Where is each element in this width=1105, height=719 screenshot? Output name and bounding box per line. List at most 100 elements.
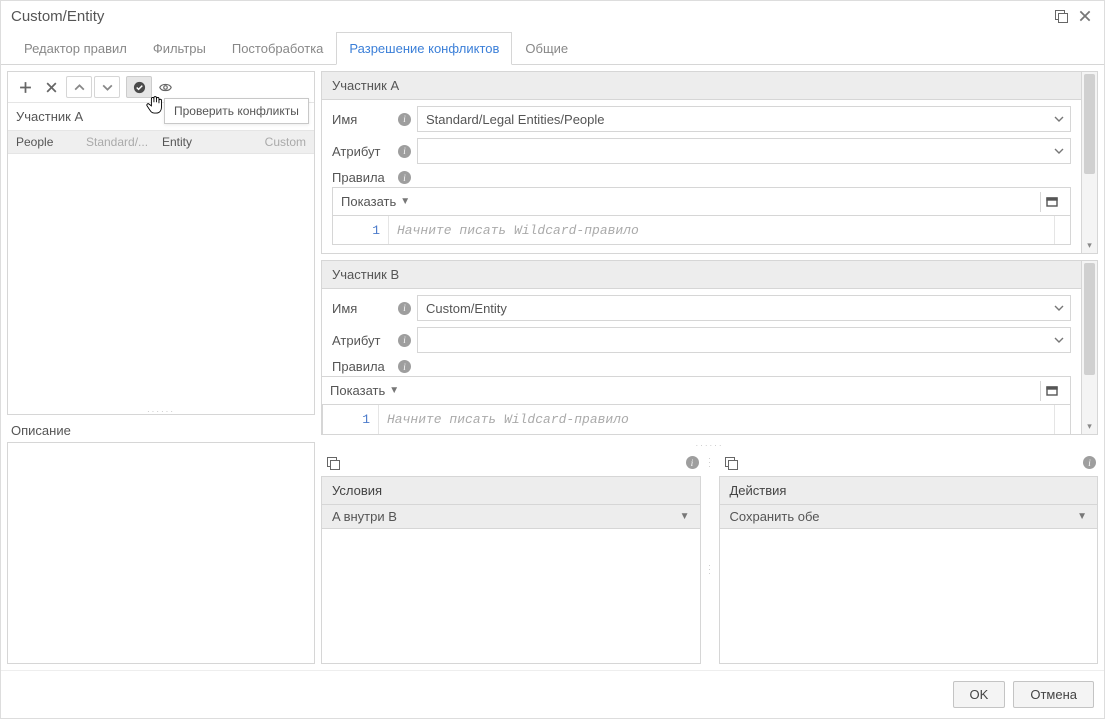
actions-panel: Действия Сохранить обе ▼ <box>719 476 1099 664</box>
right-column: Участник A Имя Standard/Legal Entities/P… <box>321 71 1098 664</box>
rules-bar-b: Показать ▼ <box>322 376 1071 404</box>
info-icon[interactable] <box>398 334 411 347</box>
rules-sidebar <box>1054 216 1070 244</box>
info-icon[interactable] <box>398 171 411 184</box>
horizontal-splitter[interactable]: ······ <box>321 441 1098 449</box>
info-icon[interactable] <box>398 113 411 126</box>
copy-icon <box>327 457 339 469</box>
close-icon[interactable] <box>1076 7 1094 25</box>
restore-window-icon <box>1055 10 1067 22</box>
dialog-footer: OK Отмена <box>1 670 1104 718</box>
caret-down-icon: ▼ <box>680 511 690 522</box>
cancel-button[interactable]: Отмена <box>1013 681 1094 708</box>
tooltip-check-conflicts: Проверить конфликты <box>164 98 309 124</box>
dialog-window: Custom/Entity Редактор правил Фильтры По… <box>0 0 1105 719</box>
actions-value: Сохранить обе <box>730 509 1078 524</box>
actions-title: Действия <box>720 477 1098 505</box>
line-number: 1 <box>323 405 379 434</box>
titlebar: Custom/Entity <box>1 1 1104 31</box>
participant-a-panel: Участник A Имя Standard/Legal Entities/P… <box>321 71 1098 254</box>
description-block: Описание <box>7 421 315 664</box>
name-label: Имя <box>332 112 392 127</box>
participant-b-panel: Участник B Имя Custom/Entity <box>321 260 1098 435</box>
description-textarea[interactable] <box>7 442 315 664</box>
list-cell-name: People <box>16 135 86 149</box>
horizontal-splitter[interactable] <box>8 408 314 414</box>
list-cell-custom: Custom <box>252 135 306 149</box>
attr-label: Атрибут <box>332 144 392 159</box>
dropdown-value <box>418 139 1048 163</box>
dropdown-value: Custom/Entity <box>418 296 1048 320</box>
info-icon[interactable] <box>398 360 411 373</box>
tab-filters[interactable]: Фильтры <box>140 32 219 65</box>
tab-general[interactable]: Общие <box>512 32 581 65</box>
scrollbar-a[interactable]: ▾ <box>1081 72 1097 253</box>
move-down-button[interactable] <box>94 76 120 98</box>
ok-button[interactable]: OK <box>953 681 1006 708</box>
caret-down-icon: ▼ <box>400 196 410 207</box>
show-dropdown[interactable]: Показать ▼ <box>330 383 399 398</box>
vertical-splitter[interactable] <box>707 455 713 470</box>
dropdown-value <box>418 328 1048 352</box>
participant-b-name-dropdown[interactable]: Custom/Entity <box>417 295 1071 321</box>
list-cell-path: Standard/... <box>86 135 162 149</box>
conditions-panel: Условия A внутри B ▼ <box>321 476 701 664</box>
vertical-splitter[interactable] <box>707 476 713 664</box>
rules-placeholder: Начните писать Wildcard-правило <box>389 216 1054 244</box>
actions-value-row[interactable]: Сохранить обе ▼ <box>720 505 1098 529</box>
chevron-down-icon <box>1048 139 1070 163</box>
rules-editor-b[interactable]: 1 Начните писать Wildcard-правило <box>322 404 1071 434</box>
info-icon[interactable] <box>398 145 411 158</box>
attr-label: Атрибут <box>332 333 392 348</box>
tab-conflict-resolution[interactable]: Разрешение конфликтов <box>336 32 512 65</box>
participants-list-panel: Проверить конфликты Участник A People St… <box>7 71 315 415</box>
tab-rule-editor[interactable]: Редактор правил <box>11 32 140 65</box>
line-number: 1 <box>333 216 389 244</box>
move-up-button[interactable] <box>66 76 92 98</box>
list-body <box>8 154 314 408</box>
show-label: Показать <box>341 194 396 209</box>
caret-down-icon: ▼ <box>389 385 399 396</box>
participant-a-attr-dropdown[interactable] <box>417 138 1071 164</box>
conditions-value-row[interactable]: A внутри B ▼ <box>322 505 700 529</box>
actions-body <box>720 529 1098 663</box>
caret-down-icon: ▼ <box>1077 511 1087 522</box>
copy-icon <box>725 457 737 469</box>
rules-bar-a: Показать ▼ <box>332 187 1071 215</box>
name-label: Имя <box>332 301 392 316</box>
rules-editor-a[interactable]: 1 Начните писать Wildcard-правило <box>332 215 1071 245</box>
copy-button[interactable] <box>725 457 737 469</box>
list-toolbar: Проверить конфликты <box>8 72 314 103</box>
tab-postprocessing[interactable]: Постобработка <box>219 32 337 65</box>
scrollbar-thumb[interactable] <box>1084 74 1095 174</box>
conditions-body <box>322 529 700 663</box>
dropdown-value: Standard/Legal Entities/People <box>418 107 1048 131</box>
list-row[interactable]: People Standard/... Entity Custom <box>8 130 314 154</box>
chevron-down-icon: ▾ <box>1082 421 1097 432</box>
info-icon[interactable] <box>398 302 411 315</box>
participant-b-title: Участник B <box>322 261 1081 289</box>
info-icon[interactable] <box>1083 456 1096 469</box>
participant-b-attr-dropdown[interactable] <box>417 327 1071 353</box>
rules-label: Правила <box>332 359 392 374</box>
main-area: Проверить конфликты Участник A People St… <box>1 65 1104 670</box>
delete-button[interactable] <box>38 76 64 98</box>
participant-a-name-dropdown[interactable]: Standard/Legal Entities/People <box>417 106 1071 132</box>
conditions-title: Условия <box>322 477 700 505</box>
rules-label: Правила <box>332 170 392 185</box>
scrollbar-thumb[interactable] <box>1084 263 1095 375</box>
scrollbar-b[interactable]: ▾ <box>1081 261 1097 434</box>
fullscreen-button[interactable] <box>1040 192 1062 212</box>
add-button[interactable] <box>12 76 38 98</box>
preview-button[interactable] <box>152 76 178 98</box>
conditions-value: A внутри B <box>332 509 680 524</box>
show-dropdown[interactable]: Показать ▼ <box>341 194 410 209</box>
copy-button[interactable] <box>327 457 339 469</box>
left-column: Проверить конфликты Участник A People St… <box>7 71 315 664</box>
chevron-down-icon: ▾ <box>1082 240 1097 251</box>
window-title: Custom/Entity <box>11 8 1046 25</box>
restore-icon[interactable] <box>1052 7 1070 25</box>
check-conflicts-button[interactable] <box>126 76 152 98</box>
info-icon[interactable] <box>686 456 699 469</box>
fullscreen-button[interactable] <box>1040 381 1062 401</box>
